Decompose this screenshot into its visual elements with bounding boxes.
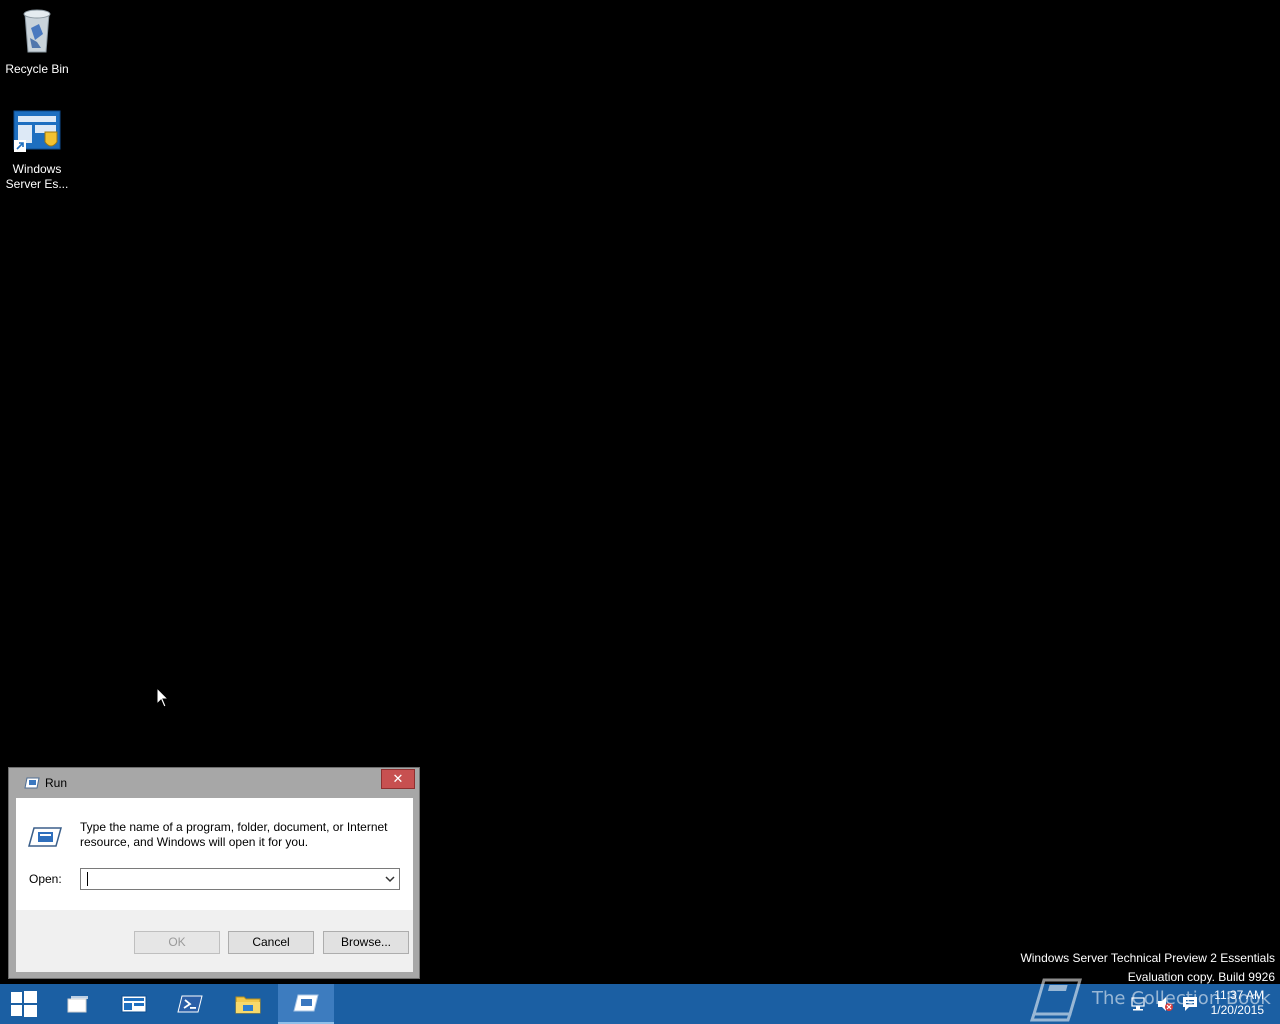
run-icon bbox=[24, 776, 40, 794]
file-explorer-icon bbox=[235, 996, 261, 1014]
server-manager-button[interactable] bbox=[106, 984, 162, 1024]
powershell-button[interactable] bbox=[162, 984, 218, 1024]
windows-start-icon bbox=[11, 991, 37, 1017]
cancel-button[interactable]: Cancel bbox=[228, 931, 314, 954]
dropdown-button[interactable] bbox=[381, 869, 399, 889]
start-button[interactable] bbox=[0, 984, 48, 1024]
run-description: Type the name of a program, folder, docu… bbox=[80, 820, 388, 849]
collection-brand-text: The Collection Book bbox=[1092, 988, 1271, 1009]
watermark-line-1: Windows Server Technical Preview 2 Essen… bbox=[1020, 951, 1275, 965]
desktop-icon-windows-server-essentials[interactable]: Windows Server Es... bbox=[0, 110, 74, 192]
open-combobox[interactable] bbox=[80, 868, 400, 890]
run-title: Run bbox=[45, 776, 68, 790]
server-manager-icon bbox=[121, 995, 147, 1013]
recycle-bin-icon bbox=[0, 6, 74, 58]
open-label: Open: bbox=[29, 872, 62, 886]
windows-server-essentials-icon bbox=[0, 110, 74, 158]
task-view-button[interactable] bbox=[50, 984, 106, 1024]
browse-button[interactable]: Browse... bbox=[323, 931, 409, 954]
ok-button[interactable]: OK bbox=[134, 931, 220, 954]
desktop-icon-label: Windows Server Es... bbox=[5, 162, 69, 191]
chevron-down-icon bbox=[385, 876, 395, 883]
run-titlebar[interactable]: Run ✕ bbox=[9, 768, 419, 798]
desktop-icon-label: Recycle Bin bbox=[5, 62, 69, 76]
run-taskbar-button[interactable] bbox=[278, 984, 334, 1024]
desktop-icon-recycle-bin[interactable]: Recycle Bin bbox=[0, 6, 74, 77]
task-view-icon bbox=[67, 996, 88, 1013]
run-client-area: Type the name of a program, folder, docu… bbox=[16, 798, 413, 972]
run-program-icon bbox=[28, 826, 62, 853]
close-button[interactable]: ✕ bbox=[381, 769, 415, 789]
file-explorer-button[interactable] bbox=[220, 984, 276, 1024]
open-input[interactable] bbox=[83, 870, 383, 888]
run-icon bbox=[293, 994, 319, 1012]
powershell-icon bbox=[177, 995, 203, 1013]
book-logo-icon bbox=[1029, 976, 1084, 1024]
taskbar: 11:37 AM 1/20/2015 bbox=[0, 984, 1280, 1024]
run-content: Type the name of a program, folder, docu… bbox=[16, 798, 413, 910]
text-caret bbox=[87, 872, 88, 886]
mouse-cursor-icon bbox=[156, 686, 170, 714]
run-dialog: Run ✕ Type the name of a program, folder… bbox=[8, 767, 420, 979]
